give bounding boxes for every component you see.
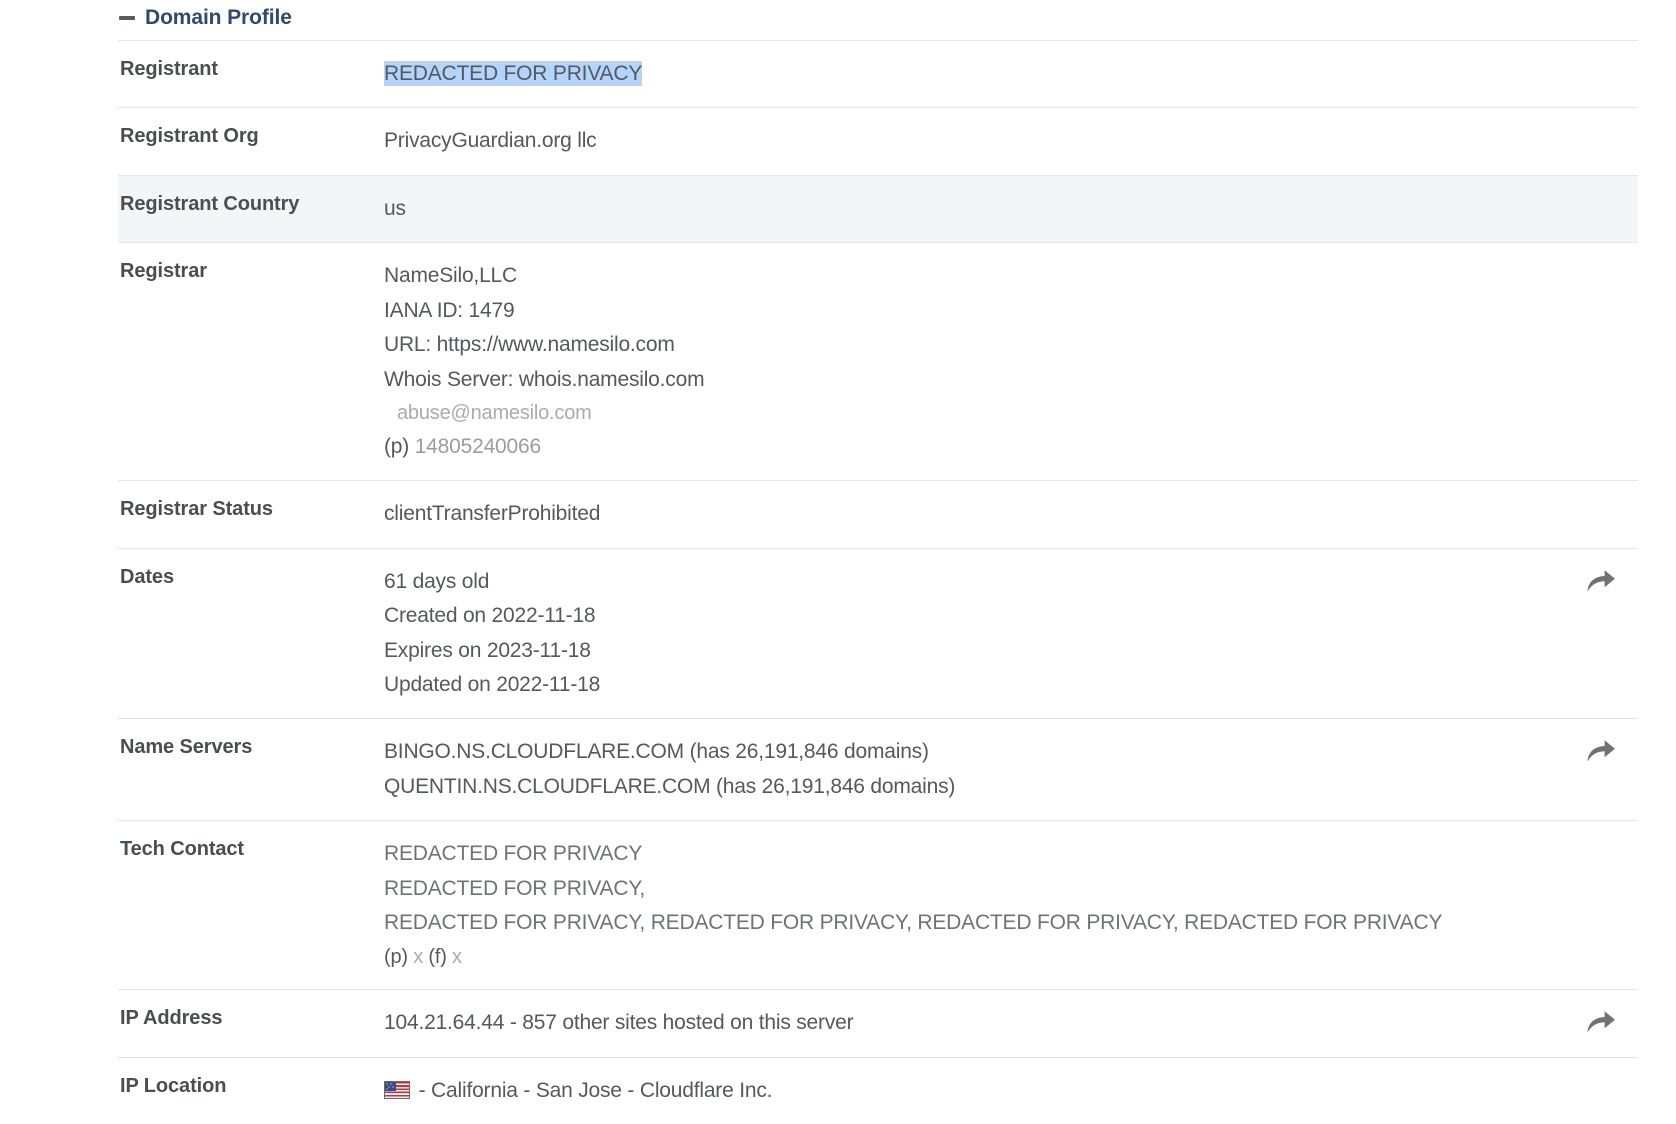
value-line: URL: https://www.namesilo.com bbox=[384, 333, 675, 357]
domain-profile-header[interactable]: Domain Profile bbox=[118, 2, 292, 32]
domain-profile-page: Domain Profile Registrant REDACTED FOR PR… bbox=[0, 0, 1676, 1124]
row-label: Registrar bbox=[120, 260, 207, 283]
row-action[interactable] bbox=[1546, 719, 1638, 821]
table-row: Name Servers BINGO.NS.CLOUDFLARE.COM (has… bbox=[118, 718, 1638, 821]
table-row: Registrant Country us bbox=[118, 175, 1638, 243]
value-line: 104.21.64.44 - 857 other sites hosted on… bbox=[384, 1011, 854, 1035]
row-value: REDACTED FOR PRIVACY REDACTED FOR PRIVACY… bbox=[384, 821, 1546, 990]
row-value: - California - San Jose - Cloudflare Inc… bbox=[384, 1057, 1546, 1124]
contact-label: (p) bbox=[384, 945, 414, 968]
share-icon[interactable] bbox=[1586, 1008, 1616, 1034]
value-line: PrivacyGuardian.org llc bbox=[384, 129, 597, 153]
row-action bbox=[1546, 175, 1638, 242]
table-row: Tech Contact REDACTED FOR PRIVACY REDACTED… bbox=[118, 820, 1638, 990]
value-line: IANA ID: 1479 bbox=[384, 298, 515, 322]
contact-label: (f) bbox=[423, 945, 453, 968]
selected-text: REDACTED FOR PRIVACY bbox=[384, 61, 643, 86]
row-value: PrivacyGuardian.org llc bbox=[384, 108, 1546, 175]
phone-label: (p) bbox=[384, 434, 415, 458]
tech-contact-line: REDACTED FOR PRIVACY bbox=[384, 842, 643, 866]
value-line: 61 days old bbox=[384, 569, 490, 593]
ip-location-value: - California - San Jose - Cloudflare Inc… bbox=[384, 1074, 1546, 1108]
value-line: clientTransferProhibited bbox=[384, 502, 601, 526]
tech-contact-phone-fax: (p) x (f) x bbox=[384, 941, 1546, 974]
redacted-x: x bbox=[413, 945, 424, 968]
share-icon[interactable] bbox=[1586, 567, 1616, 593]
value-line: Created on 2022-11-18 bbox=[384, 604, 596, 628]
table-row: Dates 61 days old Created on 2022-11-18 Exp… bbox=[118, 548, 1638, 719]
page-title[interactable]: Domain Profile bbox=[145, 7, 292, 28]
row-label: Registrant Country bbox=[120, 192, 300, 215]
domain-profile-table: Registrant REDACTED FOR PRIVACY Registrant… bbox=[118, 40, 1638, 1124]
abuse-email[interactable]: abuse@namesilo.com bbox=[384, 397, 1546, 430]
tech-contact-line: REDACTED FOR PRIVACY, bbox=[384, 876, 646, 900]
row-label: Tech Contact bbox=[120, 838, 244, 861]
table-row: Registrant REDACTED FOR PRIVACY bbox=[118, 40, 1638, 108]
row-value: REDACTED FOR PRIVACY bbox=[384, 41, 1546, 108]
table-row: IP Location - California - San Jose - Cl… bbox=[118, 1057, 1638, 1124]
row-value: 104.21.64.44 - 857 other sites hosted on… bbox=[384, 990, 1546, 1057]
value-line: Expires on 2023-11-18 bbox=[384, 638, 591, 662]
tech-contact-line: REDACTED FOR PRIVACY, REDACTED FOR PRIVA… bbox=[384, 911, 1443, 935]
row-label: Registrant bbox=[120, 58, 218, 80]
value-line: Whois Server: whois.namesilo.com bbox=[384, 367, 705, 391]
value-line: us bbox=[384, 196, 406, 220]
row-value: us bbox=[384, 175, 1546, 242]
phone-number: 14805240066 bbox=[414, 434, 541, 458]
value-line: QUENTIN.NS.CLOUDFLARE.COM (has 26,191,84… bbox=[384, 774, 956, 798]
row-action[interactable] bbox=[1546, 990, 1638, 1057]
row-action bbox=[1546, 481, 1638, 548]
row-action bbox=[1546, 1057, 1638, 1124]
table-row: Registrant Org PrivacyGuardian.org llc bbox=[118, 107, 1638, 175]
table-row: IP Address 104.21.64.44 - 857 other sites… bbox=[118, 989, 1638, 1057]
table-row: Registrar NameSilo,LLC IANA ID: 1479 URL: h… bbox=[118, 242, 1638, 481]
row-action bbox=[1546, 821, 1638, 990]
redacted-x: x bbox=[452, 945, 462, 968]
row-label: Registrant Org bbox=[120, 125, 259, 148]
table-row: Registrar Status clientTransferProhibited bbox=[118, 480, 1638, 548]
row-value: 61 days old Created on 2022-11-18 Expires … bbox=[384, 548, 1546, 719]
row-action[interactable] bbox=[1546, 548, 1638, 719]
value-line: NameSilo,LLC bbox=[384, 264, 517, 288]
row-label: IP Location bbox=[120, 1074, 227, 1097]
row-label: Dates bbox=[120, 565, 174, 588]
share-icon[interactable] bbox=[1586, 737, 1616, 763]
row-value: BINGO.NS.CLOUDFLARE.COM (has 26,191,846 … bbox=[384, 719, 1546, 821]
row-value: clientTransferProhibited bbox=[384, 481, 1546, 548]
us-flag-icon bbox=[384, 1080, 410, 1099]
registrar-phone: (p) 14805240066 bbox=[384, 430, 1546, 464]
row-value: NameSilo,LLC IANA ID: 1479 URL: https://ww… bbox=[384, 243, 1546, 481]
row-label: Registrar Status bbox=[120, 498, 273, 521]
minus-icon[interactable] bbox=[118, 8, 136, 26]
row-action bbox=[1546, 108, 1638, 175]
ip-location-text: - California - San Jose - Cloudflare Inc… bbox=[413, 1078, 773, 1102]
value-line: BINGO.NS.CLOUDFLARE.COM (has 26,191,846 … bbox=[384, 740, 929, 764]
row-label: Name Servers bbox=[120, 736, 253, 759]
row-label: IP Address bbox=[120, 1007, 223, 1030]
registrant-value: REDACTED FOR PRIVACY bbox=[384, 57, 1546, 91]
row-action bbox=[1546, 243, 1638, 481]
value-line: Updated on 2022-11-18 bbox=[384, 673, 601, 697]
row-action bbox=[1546, 41, 1638, 108]
